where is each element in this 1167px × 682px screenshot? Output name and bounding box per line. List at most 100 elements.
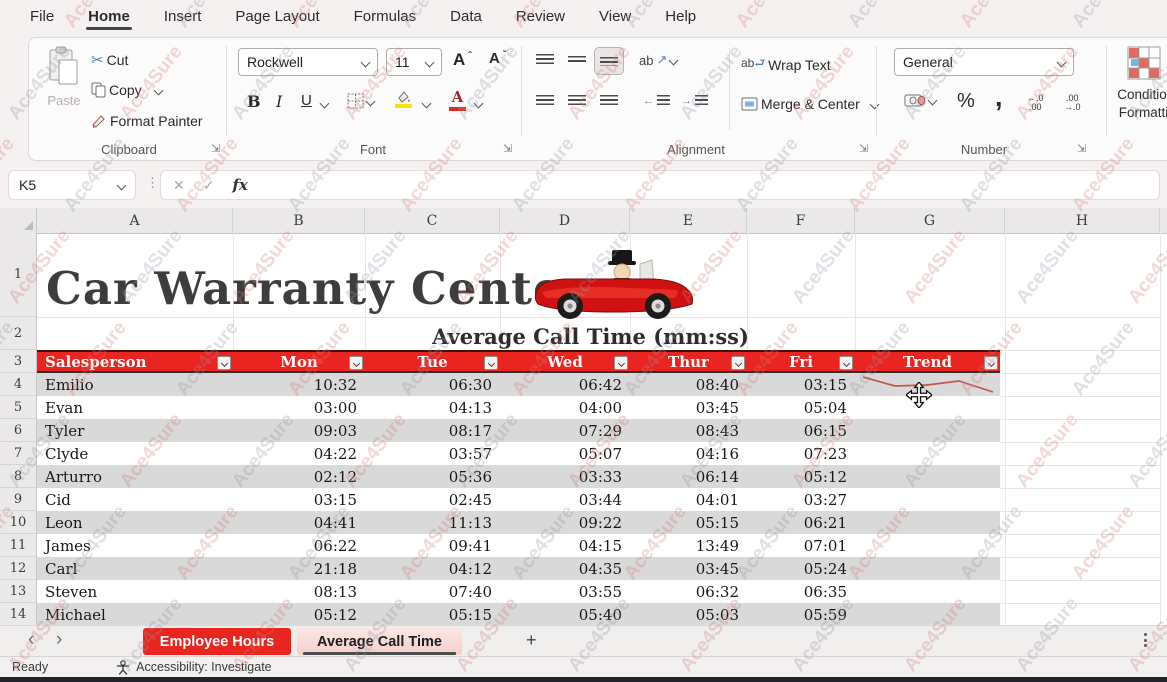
cell-time-value[interactable]: 04:01	[630, 488, 747, 511]
cell-salesperson[interactable]: Emilio	[37, 373, 233, 396]
sheet-tab-average-call-time[interactable]: Average Call Time	[297, 628, 462, 655]
filter-button[interactable]	[217, 356, 231, 370]
insert-function-icon[interactable]: fx	[232, 176, 247, 194]
cell-time-value[interactable]: 04:16	[630, 442, 747, 465]
menu-tab-data[interactable]: Data	[450, 0, 482, 32]
cell-time-value[interactable]: 07:01	[747, 534, 855, 557]
column-header-B[interactable]: B	[233, 208, 365, 233]
cell-time-value[interactable]: 06:22	[233, 534, 365, 557]
copy-button[interactable]: Copy	[91, 82, 162, 98]
column-header-E[interactable]: E	[630, 208, 747, 233]
italic-button[interactable]: I	[276, 92, 282, 111]
cell-salesperson[interactable]: Tyler	[37, 419, 233, 442]
format-painter-button[interactable]: Format Painter	[91, 113, 203, 129]
cell-time-value[interactable]: 10:32	[233, 373, 365, 396]
cell-time-value[interactable]: 06:21	[747, 511, 855, 534]
row-header-11[interactable]: 11	[0, 534, 36, 557]
cell-time-value[interactable]: 06:15	[747, 419, 855, 442]
column-header-G[interactable]: G	[855, 208, 1005, 233]
grow-font-button[interactable]: Aˆ	[453, 50, 472, 70]
row-header-7[interactable]: 7	[0, 442, 36, 465]
cell-time-value[interactable]: 04:12	[365, 557, 500, 580]
align-center-button[interactable]	[568, 95, 586, 107]
cell-trend[interactable]	[855, 603, 1000, 625]
merge-center-button[interactable]: Merge & Center	[741, 96, 878, 112]
increase-indent-button[interactable]: →	[681, 95, 708, 107]
fill-color-dropdown-icon[interactable]	[422, 99, 432, 109]
row-header-3[interactable]: 3	[0, 350, 36, 373]
cell-time-value[interactable]: 05:07	[500, 442, 630, 465]
align-left-button[interactable]	[536, 95, 554, 107]
car-clipart-image[interactable]	[528, 246, 696, 322]
shrink-font-button[interactable]: Aˇ	[489, 50, 506, 67]
table-header-trend[interactable]: Trend	[855, 350, 1000, 373]
filter-button[interactable]	[349, 356, 363, 370]
cell-trend[interactable]	[855, 442, 1000, 465]
cell-salesperson[interactable]: Cid	[37, 488, 233, 511]
filter-button[interactable]	[614, 356, 628, 370]
table-header-mon[interactable]: Mon	[233, 350, 365, 373]
cell-salesperson[interactable]: Carl	[37, 557, 233, 580]
cell-time-value[interactable]: 05:40	[500, 603, 630, 625]
cell-time-value[interactable]: 05:03	[630, 603, 747, 625]
cell-time-value[interactable]: 03:15	[233, 488, 365, 511]
cell-trend[interactable]	[855, 580, 1000, 603]
cell-salesperson[interactable]: Evan	[37, 396, 233, 419]
name-box[interactable]: K5	[8, 170, 136, 200]
cell-time-value[interactable]: 03:57	[365, 442, 500, 465]
menu-tab-insert[interactable]: Insert	[164, 0, 202, 32]
cell-time-value[interactable]: 21:18	[233, 557, 365, 580]
accounting-format-button[interactable]	[904, 93, 936, 108]
bold-button[interactable]: B	[247, 92, 261, 111]
filter-button[interactable]	[839, 356, 853, 370]
cell-salesperson[interactable]: Michael	[37, 603, 233, 625]
orientation-button[interactable]: ab ↗	[639, 52, 677, 68]
cell-time-value[interactable]: 05:15	[365, 603, 500, 625]
cell-time-value[interactable]: 11:13	[365, 511, 500, 534]
cell-time-value[interactable]: 07:40	[365, 580, 500, 603]
row-header-14[interactable]: 14	[0, 603, 36, 625]
percent-style-button[interactable]: %	[957, 90, 975, 113]
cell-time-value[interactable]: 07:29	[500, 419, 630, 442]
cell-salesperson[interactable]: James	[37, 534, 233, 557]
menu-tab-review[interactable]: Review	[516, 0, 565, 32]
new-sheet-button[interactable]: +	[526, 630, 537, 651]
cell-time-value[interactable]: 13:49	[630, 534, 747, 557]
font-name-combobox[interactable]: Rockwell	[238, 48, 378, 76]
cell-time-value[interactable]: 07:23	[747, 442, 855, 465]
cell-time-value[interactable]: 08:40	[630, 373, 747, 396]
menu-tab-page-layout[interactable]: Page Layout	[235, 0, 319, 32]
wrap-text-button[interactable]: ab⮐ Wrap Text	[741, 54, 831, 75]
sheet-title-cell[interactable]: Car Warranty Center	[46, 262, 587, 315]
cell-time-value[interactable]: 05:59	[747, 603, 855, 625]
underline-button[interactable]: U	[301, 92, 312, 109]
cell-time-value[interactable]: 04:00	[500, 396, 630, 419]
cell-salesperson[interactable]: Arturro	[37, 465, 233, 488]
cell-time-value[interactable]: 03:00	[233, 396, 365, 419]
filter-button[interactable]	[984, 356, 998, 370]
borders-dropdown-icon[interactable]	[366, 96, 376, 106]
cell-trend[interactable]	[855, 534, 1000, 557]
cancel-formula-icon[interactable]: ✕	[173, 177, 185, 194]
cell-time-value[interactable]: 06:30	[365, 373, 500, 396]
cell-salesperson[interactable]: Steven	[37, 580, 233, 603]
comma-style-button[interactable]: ,	[995, 82, 1003, 113]
column-header-C[interactable]: C	[365, 208, 500, 233]
decrease-decimal-button[interactable]: .00 →.0	[1064, 94, 1081, 113]
cell-time-value[interactable]: 02:45	[365, 488, 500, 511]
cell-trend[interactable]	[855, 419, 1000, 442]
cell-time-value[interactable]: 05:36	[365, 465, 500, 488]
font-color-dropdown-icon[interactable]	[474, 99, 484, 109]
menu-tab-home[interactable]: Home	[88, 0, 130, 32]
formula-bar-grip-icon[interactable]: ⋮	[146, 175, 159, 191]
table-header-tue[interactable]: Tue	[365, 350, 500, 373]
row-header-1[interactable]: 1	[0, 233, 36, 317]
menu-tab-help[interactable]: Help	[665, 0, 696, 32]
table-header-wed[interactable]: Wed	[500, 350, 630, 373]
conditional-formatting-button[interactable]	[1127, 46, 1161, 80]
alignment-dialog-launcher-icon[interactable]: ⇲	[859, 142, 868, 155]
cut-button[interactable]: ✂ Cut	[91, 51, 128, 69]
menu-tab-view[interactable]: View	[599, 0, 631, 32]
font-size-combobox[interactable]: 11	[386, 48, 442, 76]
formula-input-area[interactable]: ✕ ✓ fx	[160, 170, 1160, 200]
